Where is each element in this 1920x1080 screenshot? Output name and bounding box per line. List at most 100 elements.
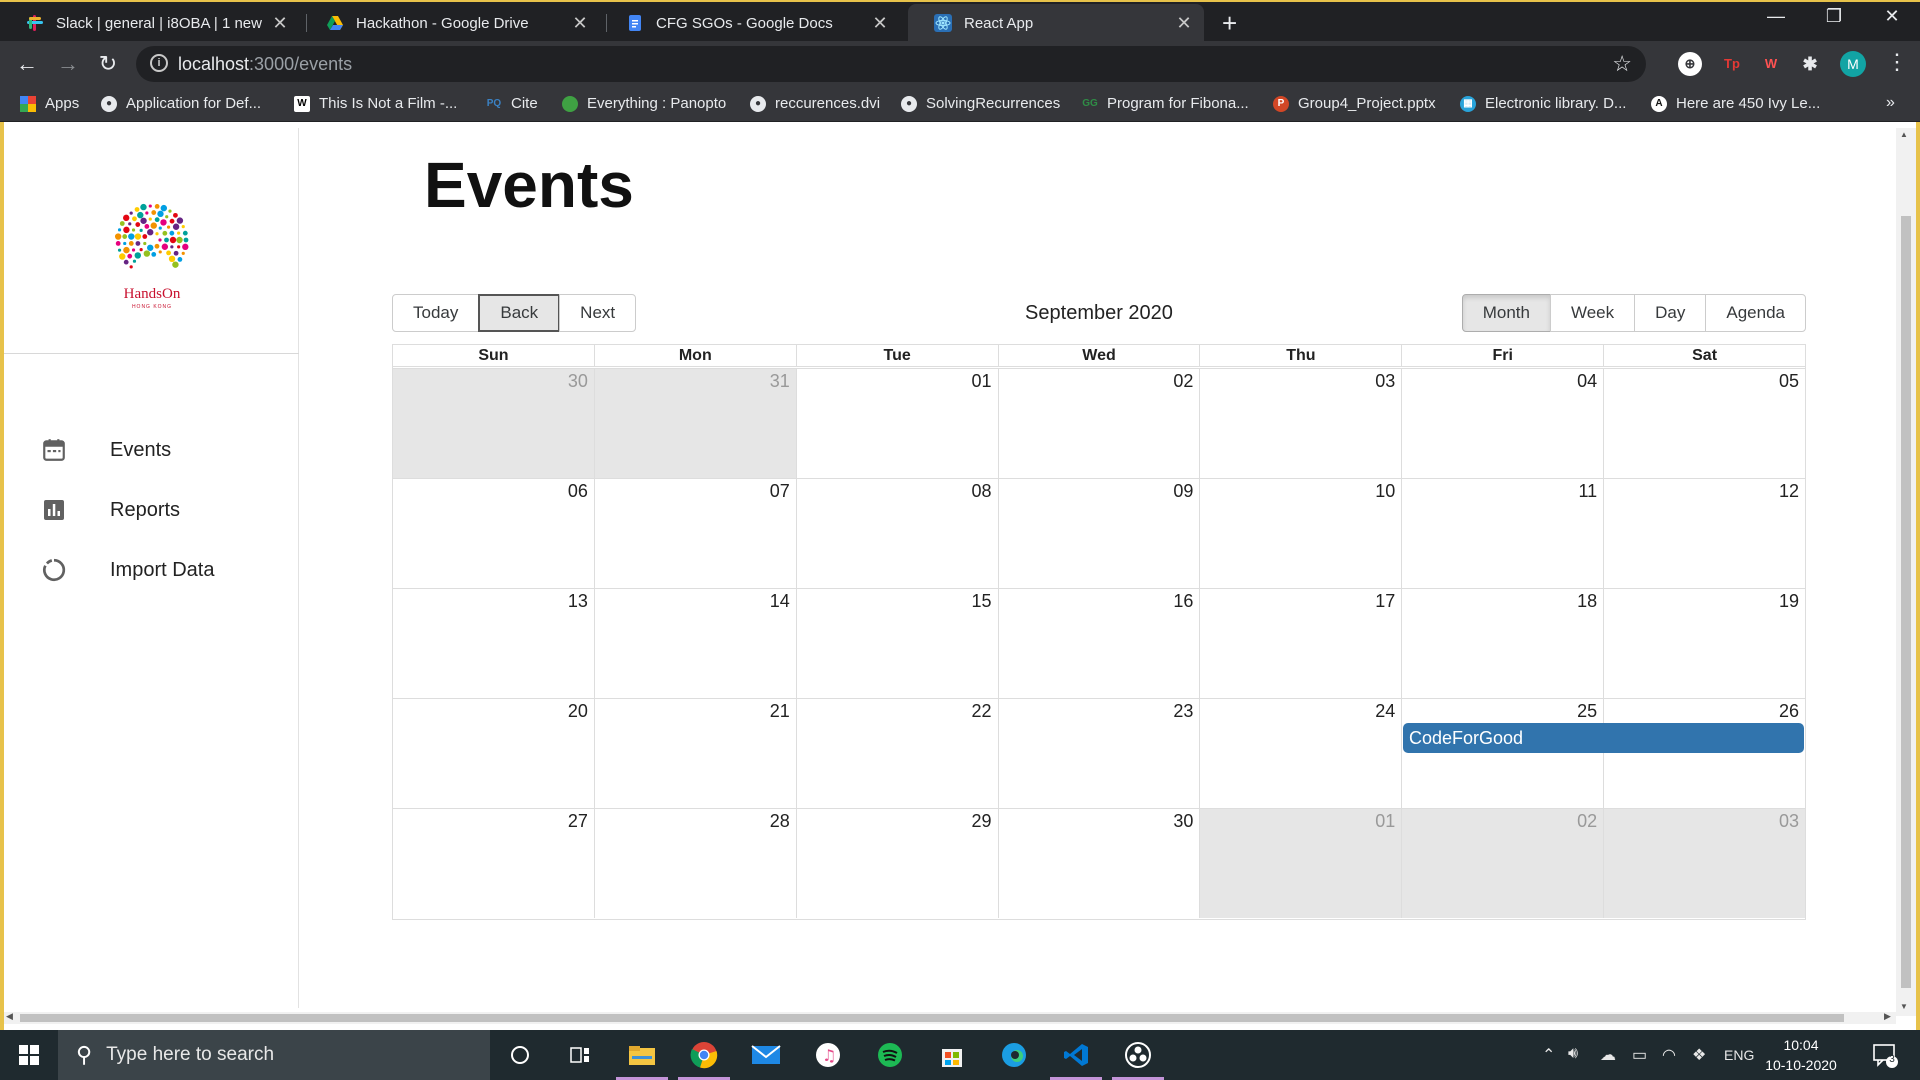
day-number[interactable]: 09 [1173,481,1193,502]
obs-icon[interactable] [1108,1030,1168,1080]
day-cell[interactable]: 27 [393,809,594,918]
day-cell[interactable]: 13 [393,589,594,698]
day-number[interactable]: 30 [1173,811,1193,832]
day-number[interactable]: 01 [1375,811,1395,832]
day-number[interactable]: 07 [770,481,790,502]
close-window-button[interactable]: ✕ [1869,6,1915,27]
vertical-scrollbar[interactable]: ▲ ▼ [1896,128,1916,1016]
day-number[interactable]: 08 [972,481,992,502]
cortana-icon[interactable] [490,1030,550,1080]
day-number[interactable]: 16 [1173,591,1193,612]
task-view-icon[interactable] [550,1030,610,1080]
reload-icon[interactable]: ↻ [95,51,121,77]
close-tab-icon[interactable]: ✕ [272,13,288,34]
day-number[interactable]: 27 [568,811,588,832]
day-cell[interactable]: 02 [1401,809,1604,918]
day-cell[interactable]: 05 [1603,369,1806,478]
minimize-button[interactable]: — [1753,6,1799,27]
day-cell[interactable]: 18 [1401,589,1604,698]
notification-center-icon[interactable]: 3 [1872,1042,1898,1073]
bookmark-item[interactable]: ● reccurences.dvi [750,95,880,112]
bookmark-item[interactable]: GG Program for Fibona... [1082,95,1249,112]
itunes-icon[interactable]: ♫ [798,1030,858,1080]
day-cell[interactable]: 23 [997,699,1200,808]
day-cell[interactable]: 31 [593,369,796,478]
bookmark-item[interactable]: W This Is Not a Film -... [294,95,457,112]
day-cell[interactable]: 30 [997,809,1200,918]
day-number[interactable]: 30 [568,371,588,392]
day-number[interactable]: 02 [1577,811,1597,832]
day-number[interactable]: 28 [770,811,790,832]
site-info-icon[interactable]: i [150,54,168,72]
browser-tab-slack[interactable]: Slack | general | i8OBA | 1 new ite ✕ [0,4,300,42]
browser-menu-icon[interactable]: ⋮ [1886,49,1908,75]
day-cell[interactable]: 06 [393,479,594,588]
more-bookmarks-icon[interactable]: » [1886,94,1895,112]
microsoft-store-icon[interactable] [922,1030,982,1080]
day-cell[interactable]: 28 [593,809,796,918]
day-number[interactable]: 26 [1779,701,1799,722]
day-cell[interactable]: 02 [997,369,1200,478]
extensions-puzzle-icon[interactable]: ✱ [1798,52,1822,76]
day-number[interactable]: 06 [568,481,588,502]
day-number[interactable]: 10 [1375,481,1395,502]
sidebar-item-events[interactable]: Events [40,432,171,468]
browser-tab-docs[interactable]: CFG SGOs - Google Docs ✕ [600,4,900,42]
day-cell[interactable]: 01 [795,369,998,478]
day-cell[interactable]: 24 [1199,699,1402,808]
day-cell[interactable]: 01 [1199,809,1402,918]
onedrive-icon[interactable]: ☁ [1600,1045,1616,1065]
day-number[interactable]: 25 [1577,701,1597,722]
day-number[interactable]: 05 [1779,371,1799,392]
scroll-right-icon[interactable]: ▶ [1884,1011,1891,1022]
address-bar[interactable]: i localhost:3000/events ☆ [136,46,1646,82]
bookmark-star-icon[interactable]: ☆ [1612,51,1632,77]
month-view-button[interactable]: Month [1461,294,1551,332]
day-number[interactable]: 04 [1577,371,1597,392]
day-cell[interactable]: 29 [795,809,998,918]
day-number[interactable]: 01 [972,371,992,392]
day-cell[interactable]: 17 [1199,589,1402,698]
day-cell[interactable]: 07 [593,479,796,588]
back-button[interactable]: Back [478,294,561,332]
windows-start-button[interactable] [0,1030,58,1080]
day-cell[interactable]: 14 [593,589,796,698]
bookmark-item[interactable]: P Group4_Project.pptx [1273,95,1436,112]
file-explorer-icon[interactable] [612,1030,672,1080]
day-number[interactable]: 20 [568,701,588,722]
week-view-button[interactable]: Week [1549,294,1636,332]
extension-tp-icon[interactable]: Tp [1720,52,1744,76]
day-cell[interactable]: 26 [1603,699,1806,808]
show-hidden-icons-icon[interactable]: ⌃ [1542,1045,1555,1065]
close-tab-icon[interactable]: ✕ [1176,13,1192,34]
horizontal-scrollbar[interactable]: ◀ ▶ [4,1011,1896,1024]
bookmark-apps[interactable]: Apps [20,95,79,112]
day-number[interactable]: 22 [972,701,992,722]
new-tab-button[interactable]: + [1222,8,1237,39]
day-number[interactable]: 18 [1577,591,1597,612]
spotify-icon[interactable] [860,1030,920,1080]
day-number[interactable]: 23 [1173,701,1193,722]
taskbar-search[interactable]: ⚲ Type here to search [58,1030,490,1080]
extension-w-icon[interactable]: W [1759,52,1783,76]
wifi-icon[interactable]: ◠ [1662,1045,1676,1065]
bookmark-item[interactable]: Everything : Panopto [562,95,726,112]
next-button[interactable]: Next [559,294,637,332]
close-tab-icon[interactable]: ✕ [872,13,888,34]
day-number[interactable]: 19 [1779,591,1799,612]
day-number[interactable]: 15 [972,591,992,612]
day-cell[interactable]: 12 [1603,479,1806,588]
day-cell[interactable]: 15 [795,589,998,698]
day-cell[interactable]: 03 [1603,809,1806,918]
bookmark-item[interactable]: ● SolvingRecurrences [901,95,1060,112]
restore-button[interactable]: ❐ [1811,6,1857,27]
dropbox-icon[interactable]: ❖ [1692,1045,1706,1065]
back-arrow-icon[interactable]: ← [14,51,40,77]
day-cell[interactable]: 10 [1199,479,1402,588]
calendar-event[interactable]: CodeForGood [1403,723,1804,753]
handson-logo[interactable]: HandsOn HONG KONG [110,200,194,310]
day-view-button[interactable]: Day [1634,294,1707,332]
day-cell[interactable]: 08 [795,479,998,588]
day-number[interactable]: 13 [568,591,588,612]
day-number[interactable]: 21 [770,701,790,722]
